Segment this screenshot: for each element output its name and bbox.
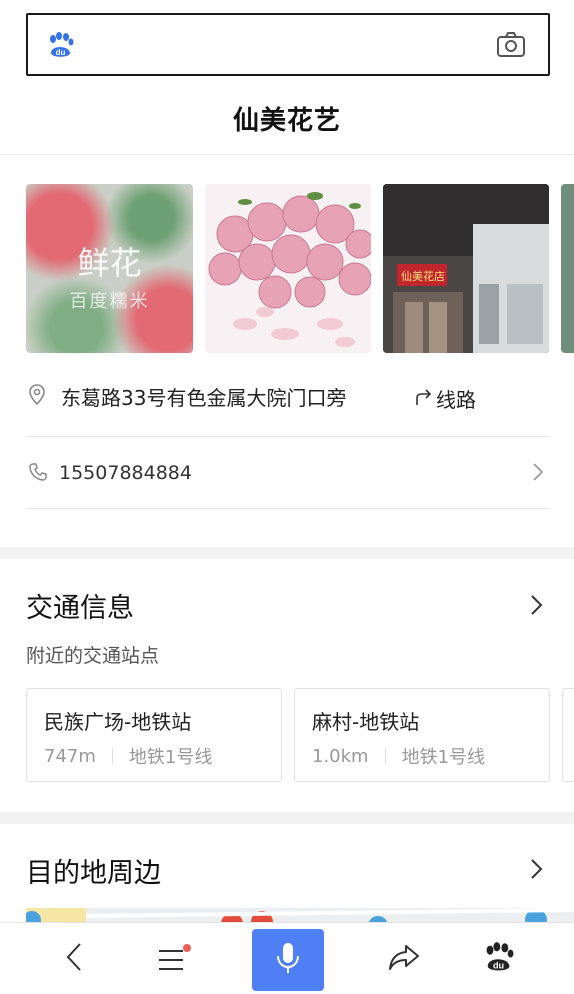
station-name: 民族广场-地铁站 [44, 710, 192, 734]
baidu-paw-icon[interactable]: du [46, 31, 74, 63]
phone-number[interactable]: 15507884884 [59, 462, 192, 484]
baidu-paw-icon: du [482, 941, 514, 977]
address-row[interactable]: 东葛路33号有色金属大院门口旁 线路 [26, 378, 550, 418]
station-distance: 747m [44, 745, 96, 767]
address-text: 东葛路33号有色金属大院门口旁 [61, 386, 347, 410]
mic-icon [275, 941, 301, 979]
phone-icon [28, 462, 48, 486]
route-button[interactable]: 线路 [414, 384, 476, 413]
search-input[interactable] [88, 25, 468, 65]
photo-flowers-placeholder[interactable]: 鲜花 百度糯米 [26, 184, 193, 353]
station-meta: 1.0km 地铁1号线 [312, 743, 485, 769]
transport-subtitle: 附近的交通站点 [26, 645, 160, 667]
location-pin-icon [28, 384, 46, 410]
station-card[interactable]: 民族广场-地铁站 747m 地铁1号线 [26, 688, 282, 782]
menu-button[interactable] [142, 923, 202, 994]
route-icon [414, 386, 434, 411]
station-distance: 1.0km [312, 745, 369, 767]
storefront-sign: 仙美花店 [401, 270, 445, 283]
menu-icon [157, 944, 191, 972]
photo-strip[interactable]: 鲜花 百度糯米 仙美花店 [26, 184, 574, 353]
chevron-right-icon[interactable] [532, 462, 544, 486]
photo-more[interactable] [561, 184, 574, 353]
transport-title: 交通信息 [26, 593, 134, 624]
chevron-right-icon[interactable] [530, 858, 544, 884]
photo-sublabel: 百度糯米 [69, 291, 150, 312]
divider [0, 154, 574, 155]
phone-row[interactable]: 15507884884 [26, 452, 550, 496]
divider [26, 508, 550, 509]
station-line: 地铁1号线 [128, 747, 213, 768]
camera-icon[interactable] [496, 32, 526, 62]
bottom-nav-bar: du [0, 922, 574, 994]
notification-dot [183, 944, 191, 952]
baidu-home-button[interactable]: du [468, 923, 528, 994]
photo-label: 鲜花 [77, 244, 142, 282]
station-line: 地铁1号线 [401, 747, 486, 768]
page-title: 仙美花艺 [232, 106, 341, 136]
photo-pink-roses[interactable] [205, 184, 371, 353]
back-button[interactable] [44, 923, 104, 994]
back-icon [66, 942, 82, 976]
share-icon [388, 943, 420, 975]
voice-search-button[interactable] [252, 929, 324, 991]
station-meta: 747m 地铁1号线 [44, 743, 212, 769]
share-button[interactable] [374, 923, 434, 994]
section-gap [0, 547, 574, 559]
photo-storefront[interactable]: 仙美花店 [383, 184, 549, 353]
divider [111, 748, 113, 764]
station-card[interactable]: 麻村-地铁站 1.0km 地铁1号线 [294, 688, 550, 782]
station-name: 麻村-地铁站 [312, 710, 420, 734]
route-label: 线路 [436, 388, 476, 412]
svg-text:du: du [56, 48, 66, 57]
svg-text:du: du [493, 960, 504, 970]
search-bar[interactable]: du [26, 13, 550, 76]
section-gap [0, 812, 574, 824]
divider [384, 748, 386, 764]
divider [26, 436, 550, 437]
chevron-right-icon[interactable] [530, 594, 544, 620]
station-card-partial[interactable] [562, 688, 574, 782]
nearby-title: 目的地周边 [26, 858, 161, 889]
